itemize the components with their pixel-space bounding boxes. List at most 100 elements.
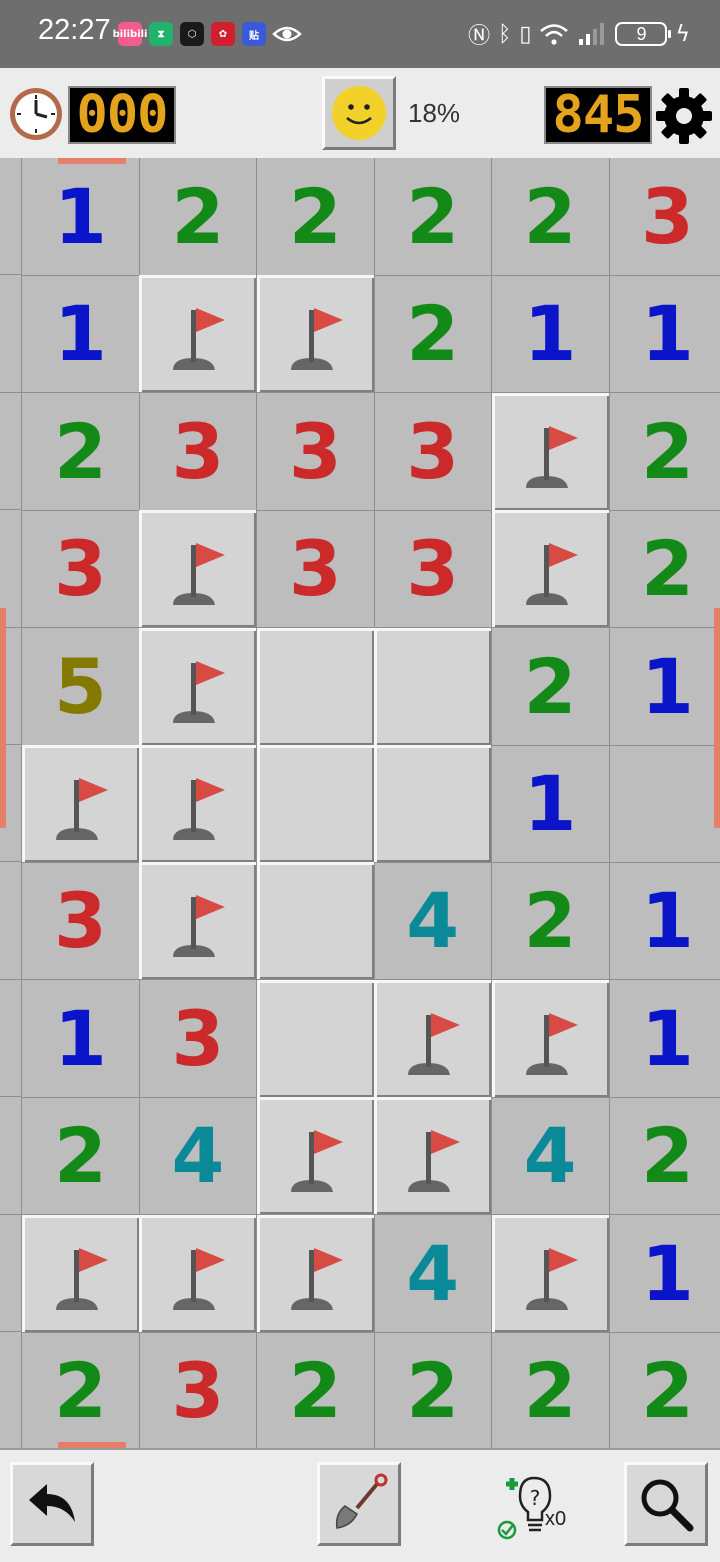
number-cell[interactable]: 1: [22, 275, 140, 394]
unrevealed-cell[interactable]: [256, 745, 375, 863]
eye-icon: [272, 26, 302, 42]
minefield-grid[interactable]: 1222231211233323332521134211312442412322…: [0, 158, 720, 1448]
number-cell[interactable]: 3: [609, 158, 720, 276]
number-cell[interactable]: 3: [374, 510, 493, 629]
number-cell[interactable]: 2: [491, 158, 610, 276]
lightbulb-hint-icon[interactable]: ?: [496, 1472, 576, 1542]
number-cell[interactable]: 2: [257, 1332, 375, 1448]
unrevealed-cell[interactable]: [374, 745, 493, 863]
number-cell[interactable]: 4: [374, 1214, 493, 1333]
bilibili-icon: bilibili: [113, 22, 147, 46]
progress-percent: 18%: [408, 98, 461, 128]
number-cell[interactable]: 2: [22, 1097, 140, 1216]
unrevealed-cell[interactable]: [374, 627, 493, 746]
timer-display: 000: [68, 86, 176, 144]
number-cell[interactable]: 2: [374, 158, 493, 276]
edge-cell: [0, 979, 22, 1098]
bluetooth-icon: ᛒ: [498, 21, 512, 47]
number-cell[interactable]: 2: [374, 275, 493, 394]
number-cell[interactable]: 3: [22, 862, 140, 981]
number-cell[interactable]: 3: [139, 979, 258, 1098]
undo-arrow-icon: [29, 1484, 75, 1522]
flagged-cell[interactable]: [491, 510, 610, 629]
unrevealed-cell[interactable]: [256, 979, 375, 1098]
system-icons: Ⓝ ᛒ ▯ 9 ϟ: [468, 18, 690, 50]
unrevealed-cell[interactable]: [256, 862, 375, 981]
number-cell[interactable]: 3: [139, 1332, 258, 1448]
number-cell[interactable]: 2: [609, 510, 720, 629]
edge-cell: [0, 1097, 22, 1215]
number-cell[interactable]: 2: [492, 1332, 610, 1448]
flagged-cell[interactable]: [491, 392, 610, 511]
cellular-signal-icon: [579, 23, 605, 45]
scroll-indicator: [58, 158, 126, 164]
flagged-cell[interactable]: [139, 510, 258, 629]
flagged-cell[interactable]: [491, 979, 610, 1098]
flagged-cell[interactable]: [374, 1097, 493, 1216]
number-cell[interactable]: 2: [374, 1332, 493, 1448]
number-cell[interactable]: 1: [609, 628, 720, 746]
flag-icon: [525, 425, 578, 488]
flag-icon: [173, 543, 226, 606]
number-cell[interactable]: 3: [256, 392, 375, 511]
number-cell[interactable]: 1: [491, 745, 610, 863]
flagged-cell[interactable]: [374, 979, 493, 1098]
status-time: 22:27: [38, 14, 111, 46]
number-cell[interactable]: 1: [22, 158, 140, 276]
shovel-icon: [335, 1473, 388, 1529]
status-bar: 22:27 bilibili ⧗ ⬡ ✿ 贴 Ⓝ ᛒ ▯ 9 ϟ: [0, 0, 720, 68]
flag-icon: [56, 778, 108, 840]
gear-icon[interactable]: [654, 86, 714, 146]
number-cell[interactable]: 2: [22, 1332, 140, 1448]
dig-mode-button[interactable]: [317, 1462, 401, 1546]
empty-cell[interactable]: [609, 745, 720, 863]
number-cell[interactable]: 1: [609, 275, 720, 394]
number-cell[interactable]: 4: [491, 1097, 610, 1216]
app-hexagon-icon: ⬡: [180, 22, 204, 46]
undo-button[interactable]: [10, 1462, 94, 1546]
edge-cell: [0, 158, 22, 276]
number-cell[interactable]: 2: [609, 1097, 720, 1216]
flagged-cell[interactable]: [22, 745, 140, 863]
unrevealed-cell[interactable]: [256, 627, 375, 746]
number-cell[interactable]: 2: [491, 627, 610, 746]
nfc-icon: Ⓝ: [468, 24, 491, 49]
battery-indicator: 9: [615, 22, 672, 46]
number-cell[interactable]: 2: [22, 392, 140, 511]
zoom-button[interactable]: [624, 1462, 708, 1546]
number-cell[interactable]: 2: [609, 393, 720, 511]
number-cell[interactable]: 3: [374, 392, 493, 511]
flag-icon: [408, 1012, 461, 1075]
svg-text:?: ?: [530, 1486, 541, 1510]
tieba-icon: 贴: [242, 22, 266, 46]
number-cell[interactable]: 2: [139, 158, 258, 276]
flag-icon: [290, 1247, 343, 1310]
flagged-cell[interactable]: [256, 1214, 375, 1333]
flagged-cell[interactable]: [139, 275, 258, 394]
number-cell[interactable]: 1: [22, 979, 140, 1098]
flagged-cell[interactable]: [256, 1097, 375, 1216]
number-cell[interactable]: 2: [491, 862, 610, 981]
number-cell[interactable]: 1: [609, 980, 720, 1098]
flag-icon: [408, 1130, 461, 1193]
flagged-cell[interactable]: [22, 1214, 140, 1333]
number-cell[interactable]: 1: [609, 862, 720, 981]
vibrate-icon: ▯: [519, 21, 532, 47]
number-cell[interactable]: 3: [22, 510, 140, 629]
flagged-cell[interactable]: [139, 1214, 258, 1333]
number-cell[interactable]: 2: [609, 1332, 720, 1448]
number-cell[interactable]: 2: [256, 158, 375, 276]
flagged-cell[interactable]: [139, 745, 258, 863]
number-cell[interactable]: 4: [374, 862, 493, 981]
number-cell[interactable]: 4: [139, 1097, 258, 1216]
flagged-cell[interactable]: [491, 1214, 610, 1333]
smiley-reset-button[interactable]: [322, 76, 396, 150]
number-cell[interactable]: 3: [139, 392, 258, 511]
number-cell[interactable]: 1: [609, 1215, 720, 1333]
number-cell[interactable]: 3: [256, 510, 375, 629]
flagged-cell[interactable]: [139, 627, 258, 746]
flagged-cell[interactable]: [139, 862, 258, 981]
flagged-cell[interactable]: [256, 275, 375, 394]
number-cell[interactable]: 5: [22, 627, 140, 746]
number-cell[interactable]: 1: [491, 275, 610, 394]
